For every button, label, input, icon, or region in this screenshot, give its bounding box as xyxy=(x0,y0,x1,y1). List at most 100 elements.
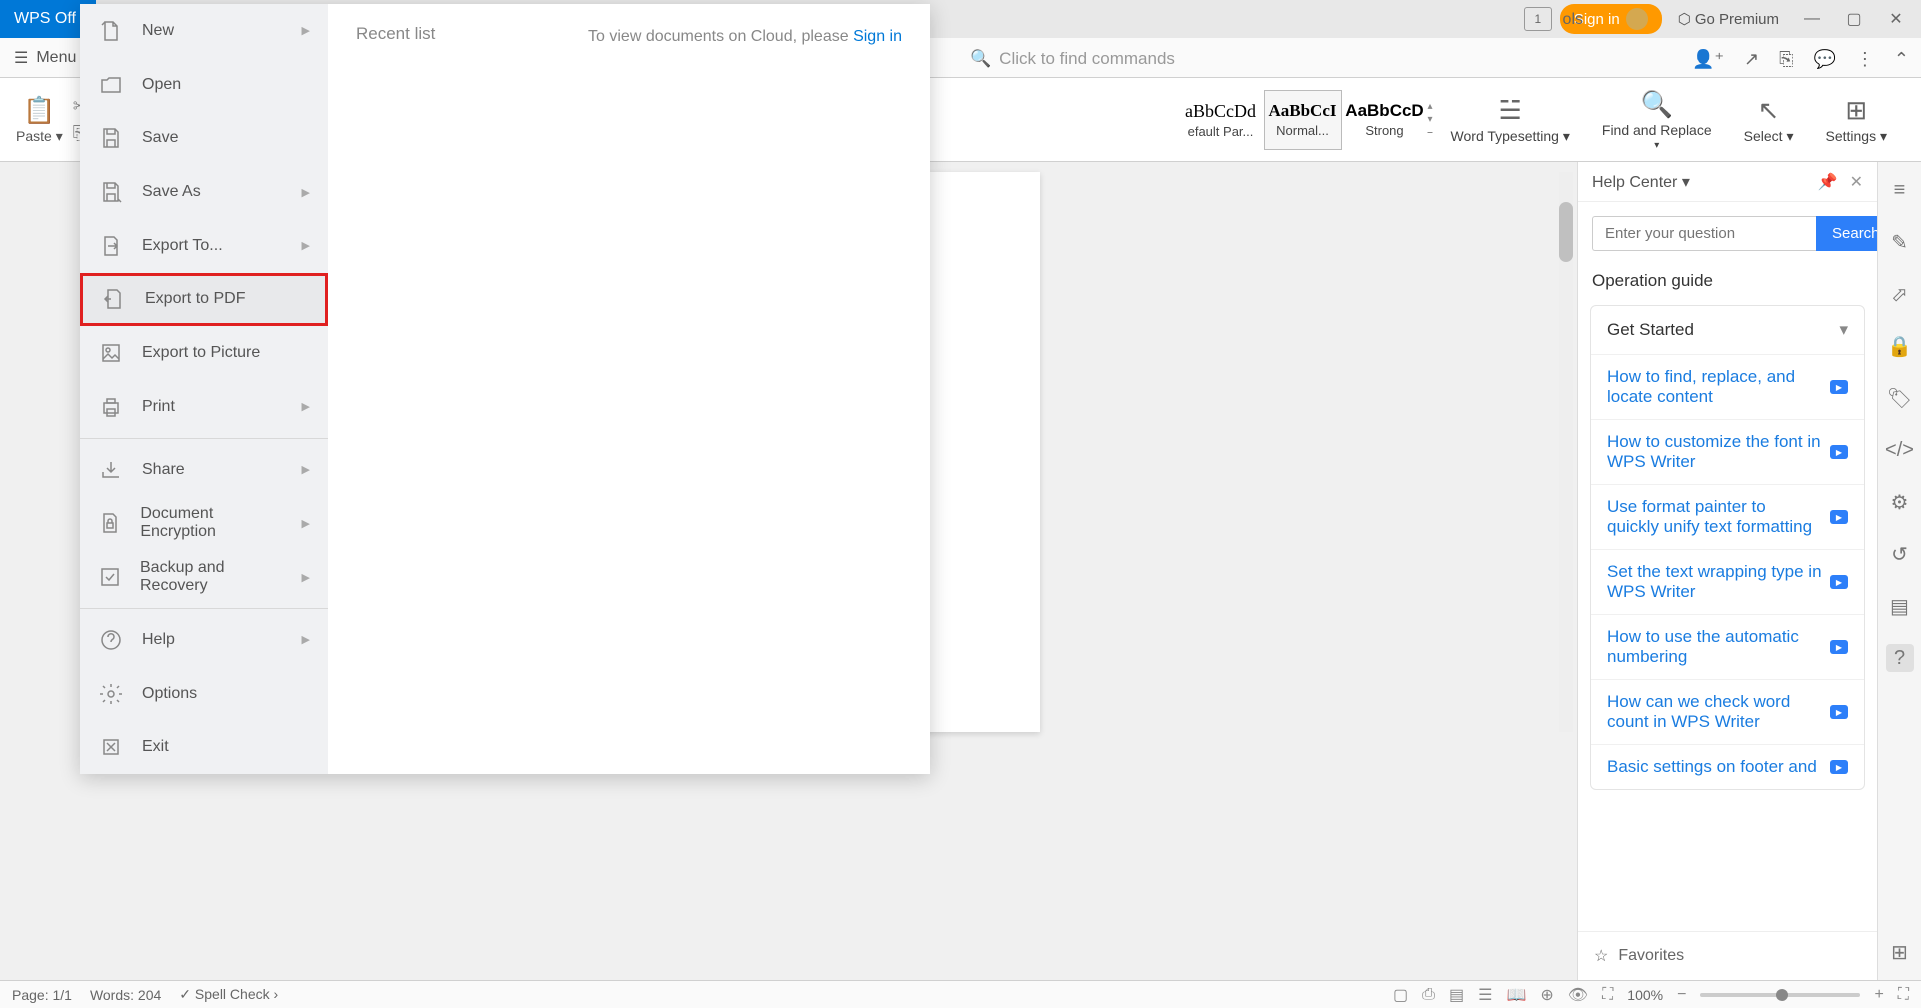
code-icon[interactable]: </> xyxy=(1886,436,1914,464)
word-count[interactable]: Words: 204 xyxy=(90,987,161,1003)
more-icon[interactable]: ⋮ xyxy=(1856,49,1874,70)
file-menu-exit[interactable]: Exit xyxy=(80,720,328,774)
pin-icon[interactable]: 📌 xyxy=(1818,172,1838,192)
fullscreen-button[interactable]: ⛶ xyxy=(1898,986,1909,1004)
word-typesetting-button[interactable]: ☱ Word Typesetting ▾ xyxy=(1437,95,1584,145)
help-link-text: Use format painter to quickly unify text… xyxy=(1607,497,1822,537)
play-icon: ▶ xyxy=(1830,640,1848,654)
hamburger-icon[interactable]: ≡ xyxy=(1886,176,1914,204)
close-panel-icon[interactable]: ✕ xyxy=(1850,172,1863,192)
view-eye-icon[interactable]: 👁 xyxy=(1568,985,1588,1005)
help-link[interactable]: Set the text wrapping type in WPS Writer… xyxy=(1591,549,1864,614)
zoom-thumb[interactable] xyxy=(1776,989,1788,1001)
grid-icon[interactable]: ⊞ xyxy=(1886,938,1914,966)
play-icon: ▶ xyxy=(1830,575,1848,589)
help-search-input[interactable] xyxy=(1592,216,1816,251)
vertical-scrollbar[interactable] xyxy=(1559,172,1573,732)
file-menu-save-as[interactable]: Save As▶ xyxy=(80,165,328,219)
zoom-out-button[interactable]: − xyxy=(1677,986,1686,1004)
file-menu-print[interactable]: Print▶ xyxy=(80,380,328,434)
minimize-button[interactable]: — xyxy=(1795,5,1829,33)
style-default-paragraph[interactable]: aBbCcDd efault Par... xyxy=(1182,90,1260,150)
settings-button[interactable]: ⊞ Settings ▾ xyxy=(1811,95,1901,145)
help-icon[interactable]: ? xyxy=(1886,644,1914,672)
help-link[interactable]: Basic settings on footer and▶ xyxy=(1591,744,1864,789)
slider-icon[interactable]: ⚙ xyxy=(1886,488,1914,516)
file-menu-export-to-pdf[interactable]: Export to PDF xyxy=(80,273,328,327)
menu-item-label: Export to Picture xyxy=(142,344,260,362)
style-normal[interactable]: AaBbCcI Normal... xyxy=(1264,90,1342,150)
lock-icon[interactable]: 🔒 xyxy=(1886,332,1914,360)
paste-button[interactable]: 📋 Paste ▾ xyxy=(16,95,63,145)
file-menu-save[interactable]: Save xyxy=(80,111,328,165)
zoom-page-icon[interactable]: ⛶ xyxy=(1602,986,1613,1004)
zoom-in-button[interactable]: + xyxy=(1874,986,1883,1004)
save-icon[interactable]: ⎘ xyxy=(1779,49,1793,70)
sb-icon-1[interactable]: ▢ xyxy=(1393,985,1408,1005)
help-link[interactable]: How to use the automatic numbering▶ xyxy=(1591,614,1864,679)
file-menu-help[interactable]: Help▶ xyxy=(80,613,328,667)
operation-guide-title: Operation guide xyxy=(1578,265,1877,305)
edit-icon[interactable]: ✎ xyxy=(1886,228,1914,256)
chevron-right-icon: ▶ xyxy=(302,517,310,530)
view-read-icon[interactable]: 📖 xyxy=(1506,985,1526,1005)
help-link[interactable]: How can we check word count in WPS Write… xyxy=(1591,679,1864,744)
cloud-signin-link[interactable]: Sign in xyxy=(853,28,902,45)
zoom-level[interactable]: 100% xyxy=(1627,987,1663,1003)
avatar-icon xyxy=(1626,8,1648,30)
file-menu-export-to-[interactable]: Export To...▶ xyxy=(80,219,328,273)
zoom-slider[interactable] xyxy=(1700,993,1860,997)
premium-label: Go Premium xyxy=(1695,11,1779,28)
view-outline-icon[interactable]: ☰ xyxy=(1478,985,1492,1005)
help-link[interactable]: How to customize the font in WPS Writer▶ xyxy=(1591,419,1864,484)
tag-icon[interactable]: 🏷 xyxy=(1886,384,1914,412)
menu-item-label: Export To... xyxy=(142,237,223,255)
cursor-icon[interactable]: ⬀ xyxy=(1886,280,1914,308)
find-replace-button[interactable]: 🔍 Find and Replace ▾ xyxy=(1588,89,1726,151)
add-user-icon[interactable]: 👤⁺ xyxy=(1692,49,1724,70)
play-icon: ▶ xyxy=(1830,510,1848,524)
chat-icon[interactable]: 💬 xyxy=(1813,49,1835,70)
style-strong[interactable]: AaBbCcD Strong xyxy=(1346,90,1424,150)
select-icon: ↖ xyxy=(1758,95,1780,126)
command-search[interactable]: 🔍 Click to find commands xyxy=(970,40,1175,78)
go-premium-button[interactable]: ⬡ Go Premium xyxy=(1670,10,1787,28)
file-menu-document-encryption[interactable]: Document Encryption▶ xyxy=(80,497,328,551)
select-button[interactable]: ↖ Select ▾ xyxy=(1730,95,1808,145)
file-menu-share[interactable]: Share▶ xyxy=(80,443,328,497)
scrollbar-thumb[interactable] xyxy=(1559,202,1573,262)
menu-item-icon xyxy=(98,18,124,44)
layout-icon[interactable]: ▤ xyxy=(1886,592,1914,620)
file-menu-open[interactable]: Open xyxy=(80,58,328,112)
file-menu-options[interactable]: Options xyxy=(80,667,328,721)
sb-icon-2[interactable]: ⎙ xyxy=(1422,986,1435,1004)
file-menu-new[interactable]: New▶ xyxy=(80,4,328,58)
menu-item-label: Save xyxy=(142,129,178,147)
favorites-row[interactable]: ☆ Favorites xyxy=(1578,931,1877,980)
tools-tab[interactable]: ols xyxy=(1563,0,1583,40)
menu-item-icon xyxy=(98,394,124,420)
view-web-icon[interactable]: ⊕ xyxy=(1540,985,1553,1005)
menu-item-icon xyxy=(98,340,124,366)
help-link-text: Basic settings on footer and xyxy=(1607,757,1822,777)
close-button[interactable]: ✕ xyxy=(1879,5,1913,33)
share-icon[interactable]: ↗ xyxy=(1744,49,1759,70)
menu-item-icon xyxy=(98,564,122,590)
maximize-button[interactable]: ▢ xyxy=(1837,5,1871,33)
page-indicator[interactable]: Page: 1/1 xyxy=(12,987,72,1003)
styles-more[interactable]: ▴▾⎯ xyxy=(1428,101,1433,138)
menu-item-icon xyxy=(98,179,124,205)
get-started-header[interactable]: Get Started ▾ xyxy=(1591,306,1864,354)
history-icon[interactable]: ↺ xyxy=(1886,540,1914,568)
collapse-ribbon-icon[interactable]: ⌃ xyxy=(1894,49,1909,70)
view-page-icon[interactable]: ▤ xyxy=(1449,985,1464,1005)
tab-count-box[interactable]: 1 xyxy=(1524,7,1552,31)
spell-check[interactable]: ✓ Spell Check › xyxy=(179,986,278,1003)
chevron-right-icon: ▶ xyxy=(302,571,310,584)
help-link[interactable]: Use format painter to quickly unify text… xyxy=(1591,484,1864,549)
toolbar-right-icons: 👤⁺ ↗ ⎘ 💬 ⋮ ⌃ xyxy=(1692,40,1909,78)
help-link[interactable]: How to find, replace, and locate content… xyxy=(1591,354,1864,419)
file-menu-export-to-picture[interactable]: Export to Picture xyxy=(80,326,328,380)
file-menu-backup-and-recovery[interactable]: Backup and Recovery▶ xyxy=(80,550,328,604)
menu-button[interactable]: ☰ Menu xyxy=(14,48,76,68)
